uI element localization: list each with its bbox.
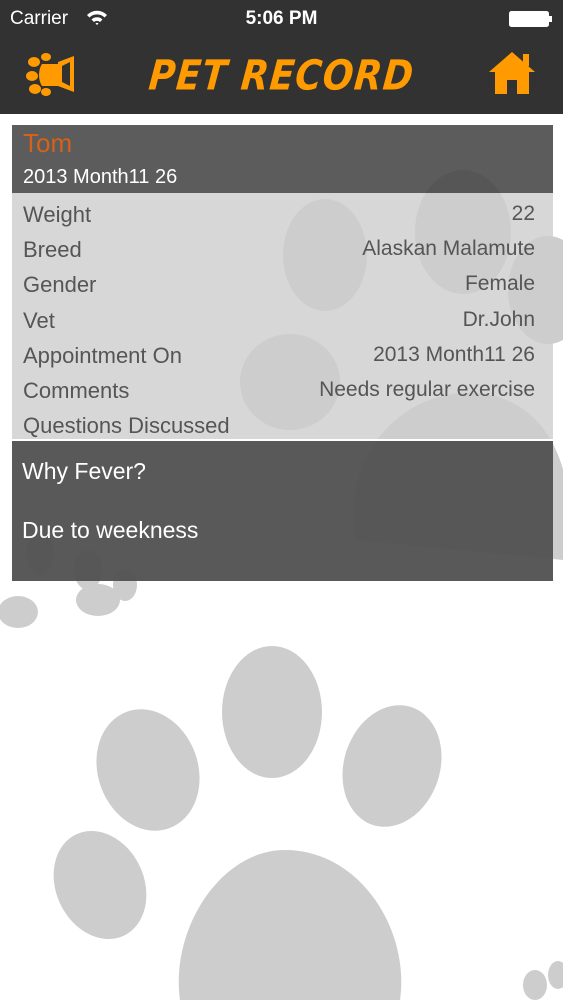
detail-label: Comments bbox=[23, 377, 130, 403]
status-bar: Carrier 5:06 PM bbox=[0, 0, 563, 38]
pet-record-card: Tom 2013 Month11 26 Weight 22 Breed Alas… bbox=[12, 125, 553, 581]
answer-text: Due to weekness bbox=[22, 517, 199, 543]
detail-row-appointment: Appointment On 2013 Month11 26 bbox=[12, 338, 553, 373]
detail-label: Gender bbox=[23, 272, 97, 298]
detail-row-breed: Breed Alaskan Malamute bbox=[12, 232, 553, 267]
record-date: 2013 Month11 26 bbox=[23, 166, 178, 188]
detail-label: Questions Discussed bbox=[23, 413, 230, 439]
clock: 5:06 PM bbox=[245, 8, 318, 29]
detail-label: Vet bbox=[23, 307, 55, 333]
pet-name: Tom bbox=[23, 128, 73, 158]
detail-value: 22 bbox=[511, 202, 535, 225]
page-title: PET RECORD bbox=[146, 52, 417, 101]
detail-row-vet: Vet Dr.John bbox=[12, 303, 553, 338]
detail-value: Dr.John bbox=[462, 307, 535, 331]
detail-value: 2013 Month11 26 bbox=[373, 342, 535, 366]
questions-panel: Why Fever? Due to weekness bbox=[12, 441, 553, 581]
record-details: Weight 22 Breed Alaskan Malamute Gender … bbox=[12, 193, 553, 439]
battery-icon bbox=[509, 11, 552, 27]
detail-row-gender: Gender Female bbox=[12, 267, 553, 302]
detail-label: Weight bbox=[23, 202, 92, 227]
detail-label: Appointment On bbox=[23, 342, 182, 368]
detail-row-questions: Questions Discussed bbox=[12, 408, 553, 443]
detail-row-weight: Weight 22 bbox=[12, 197, 553, 232]
question-text: Why Fever? bbox=[22, 458, 146, 484]
detail-value: Female bbox=[464, 272, 535, 296]
navigation-bar: PET RECORD bbox=[0, 38, 563, 114]
detail-label: Breed bbox=[23, 237, 82, 263]
home-icon[interactable] bbox=[487, 50, 537, 96]
record-header: Tom 2013 Month11 26 bbox=[12, 125, 553, 193]
detail-row-comments: Comments Needs regular exercise bbox=[12, 373, 553, 408]
detail-value: Needs regular exercise bbox=[319, 377, 535, 401]
detail-value: Alaskan Malamute bbox=[362, 237, 535, 261]
